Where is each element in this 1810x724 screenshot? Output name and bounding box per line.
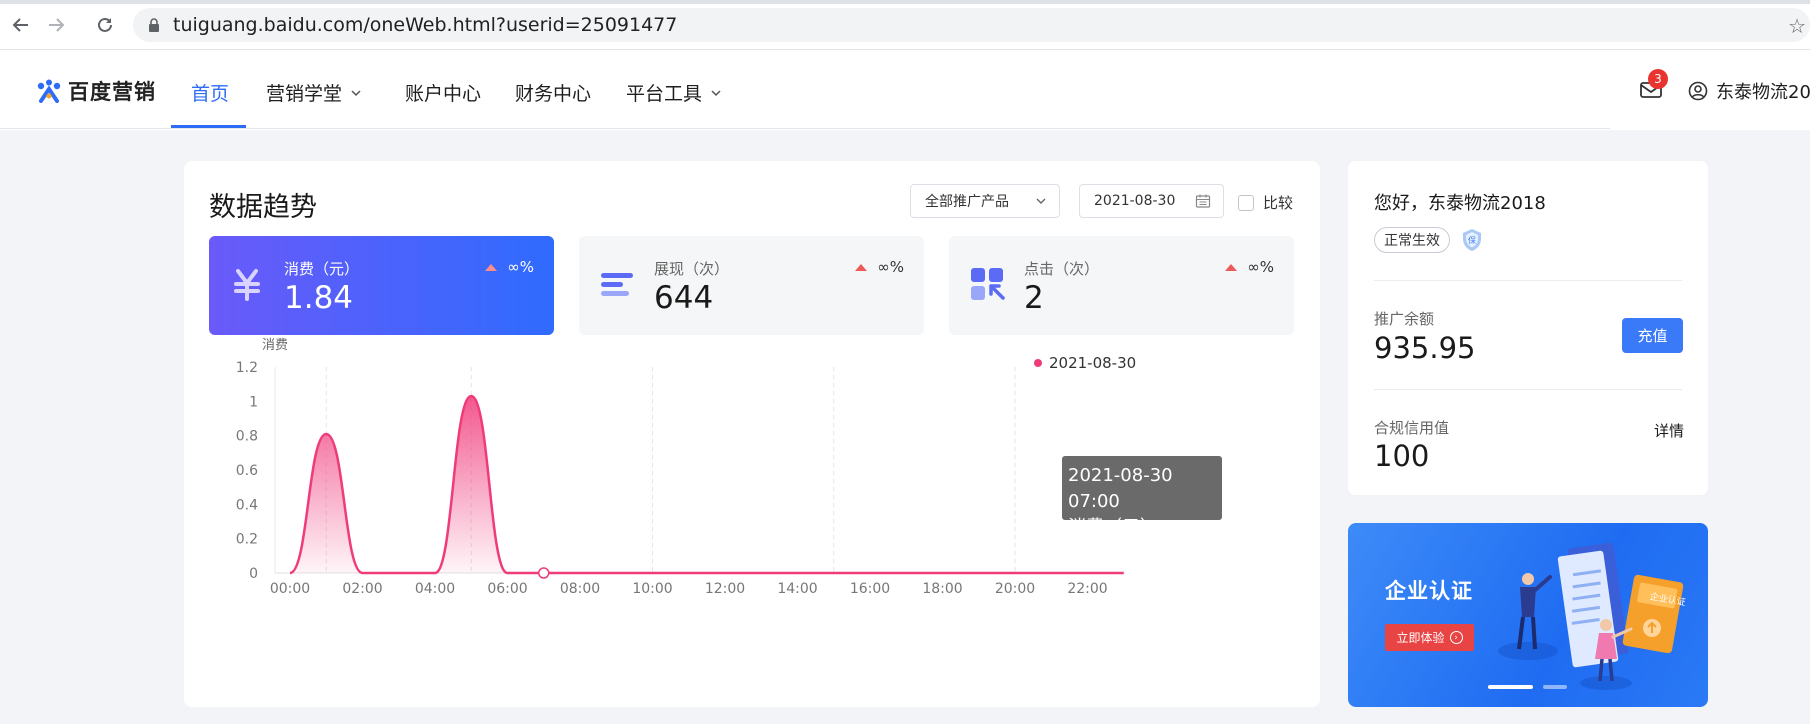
try-now-button[interactable]: 立即体验 › (1385, 624, 1474, 651)
forward-icon[interactable] (43, 12, 69, 38)
carousel-dots (1488, 685, 1577, 689)
series-area (290, 396, 1124, 573)
nav-finance-center[interactable]: 财务中心 (515, 79, 591, 106)
credit-label: 合规信用值 (1374, 419, 1450, 437)
user-name: 东泰物流20 (1716, 82, 1810, 103)
baidu-marketing-logo[interactable]: 百度营销 (36, 76, 156, 106)
y-tick-label: 0.2 (236, 532, 258, 548)
y-tick-label: 1 (249, 394, 258, 410)
x-tick-label: 06:00 (487, 581, 527, 597)
nav-home[interactable]: 首页 (191, 79, 229, 106)
greeting: 您好，东泰物流2018 (1374, 193, 1546, 214)
recharge-button[interactable]: 充值 (1622, 318, 1683, 353)
series-line (289, 394, 1124, 575)
nav-platform-tools[interactable]: 平台工具 (626, 79, 722, 106)
enterprise-verification-banner[interactable]: 企业认证 企业认证 立即体验 › (1348, 523, 1708, 707)
credit-value: 100 (1374, 439, 1430, 473)
x-tick-label: 16:00 (850, 581, 890, 597)
x-tick-label: 08:00 (560, 581, 600, 597)
x-tick-label: 14:00 (777, 581, 817, 597)
data-trend-card: 数据趋势 全部推广产品 2021-08-30 比较 消费（元） 1.84 ∞% (184, 161, 1320, 707)
reload-icon[interactable] (92, 12, 118, 38)
nav-home-label: 首页 (191, 83, 230, 105)
x-tick-label: 20:00 (995, 581, 1035, 597)
y-axis-label: 消费 (262, 338, 288, 353)
logo-text: 百度营销 (68, 80, 156, 104)
status-badge: 正常生效 (1374, 227, 1450, 253)
chevron-down-icon (351, 89, 361, 96)
x-tick-label: 02:00 (342, 581, 382, 597)
divider (1374, 280, 1682, 281)
browser-bar: tuiguang.baidu.com/oneWeb.html?userid=25… (0, 0, 1810, 50)
user-menu[interactable]: 东泰物流20 (1688, 78, 1810, 104)
details-link[interactable]: 详情 (1654, 420, 1684, 441)
x-tick-label: 04:00 (415, 581, 455, 597)
tooltip-time: 2021-08-30 07:00 (1068, 465, 1173, 512)
banner-illustration: 企业认证 (1498, 542, 1687, 690)
mail-count-badge: 3 (1648, 69, 1668, 89)
y-tick-label: 0.8 (236, 429, 258, 445)
carousel-dot[interactable] (1543, 685, 1567, 689)
x-tick-label: 12:00 (705, 581, 745, 597)
y-tick-label: 1.2 (236, 360, 258, 376)
try-now-label: 立即体验 (1396, 631, 1445, 645)
spend-area-chart[interactable]: 1.2 1 0.8 0.6 0.4 0.2 0 消费 00:00 02:00 04:00 06:00 0… (184, 161, 1320, 707)
nav-account-center-label: 账户中心 (405, 83, 482, 105)
banner-title: 企业认证 (1385, 579, 1473, 603)
svg-text:保: 保 (1468, 235, 1476, 245)
highlight-point (538, 567, 550, 579)
balance-value: 935.95 (1374, 331, 1476, 365)
y-tick-label: 0 (249, 566, 258, 582)
arrow-right-icon: › (1449, 631, 1463, 644)
x-tick-label: 10:00 (632, 581, 672, 597)
balance-label: 推广余额 (1374, 310, 1435, 328)
y-tick-label: 0.6 (236, 463, 258, 479)
nav-finance-center-label: 财务中心 (515, 83, 592, 105)
x-tick-label: 00:00 (270, 581, 310, 597)
lock-icon (149, 18, 159, 32)
nav-marketing-school-label: 营销学堂 (266, 83, 343, 105)
nav-platform-tools-label: 平台工具 (626, 83, 703, 105)
y-tick-label: 0.4 (236, 497, 258, 513)
chart-tooltip: 2021-08-30 07:00 消费（元）：0 (1062, 456, 1222, 538)
x-tick-label: 22:00 (1067, 581, 1107, 597)
url-text: tuiguang.baidu.com/oneWeb.html?userid=25… (173, 14, 678, 36)
x-tick-label: 18:00 (922, 581, 962, 597)
nav-marketing-school[interactable]: 营销学堂 (266, 79, 362, 106)
browser-tab-strip (0, 0, 1810, 4)
address-bar[interactable]: tuiguang.baidu.com/oneWeb.html?userid=25… (133, 8, 1810, 42)
logo-icon (37, 79, 61, 103)
tooltip-value: 消费（元）：0 (1068, 517, 1179, 538)
divider (1374, 389, 1682, 390)
header-divider (0, 128, 1610, 129)
carousel-dot-active[interactable] (1488, 685, 1533, 689)
shield-icon[interactable]: 保 (1460, 227, 1484, 253)
chevron-down-icon (711, 89, 721, 96)
bookmark-star-icon[interactable]: ☆ (1788, 14, 1806, 38)
account-card: 您好，东泰物流2018 正常生效 保 推广余额 935.95 充值 合规信用值 … (1348, 161, 1708, 495)
user-avatar-icon (1688, 81, 1708, 101)
app-header: 百度营销 首页 营销学堂 账户中心 财务中心 平台工具 3 东泰物流20 (0, 50, 1810, 130)
nav-account-center[interactable]: 账户中心 (405, 79, 481, 106)
back-icon[interactable] (8, 12, 34, 38)
